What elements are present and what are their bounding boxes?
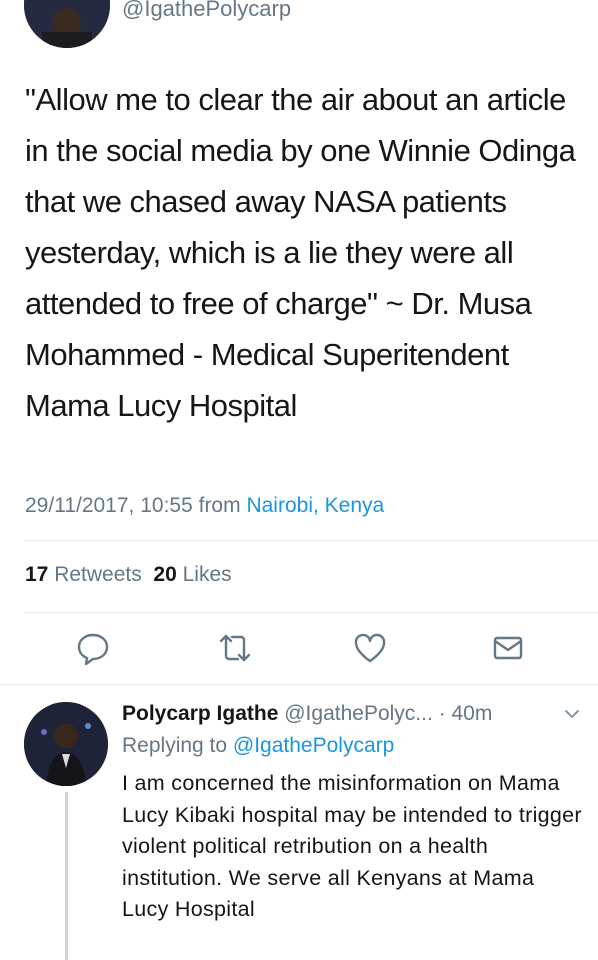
replying-to-label: Replying to bbox=[122, 734, 228, 757]
tweet-meta: 29/11/2017, 10:55 from Nairobi, Kenya bbox=[25, 494, 384, 518]
reply-author-name[interactable]: Polycarp Igathe bbox=[122, 702, 278, 725]
retweets-stat[interactable]: 17 Retweets bbox=[25, 563, 142, 586]
thread-line bbox=[65, 792, 68, 960]
reply-timestamp: · 40m bbox=[438, 702, 493, 725]
retweets-label: Retweets bbox=[54, 563, 142, 586]
tweet-text: "Allow me to clear the air about an arti… bbox=[25, 82, 576, 423]
tweet-stats: 17 Retweets 20 Likes bbox=[25, 563, 232, 587]
tweet-location-link[interactable]: Nairobi, Kenya bbox=[246, 494, 384, 517]
author-avatar[interactable] bbox=[24, 0, 110, 48]
retweets-count: 17 bbox=[25, 563, 49, 586]
heart-icon bbox=[354, 633, 386, 663]
reply-icon bbox=[77, 633, 109, 666]
from-label: from bbox=[198, 494, 241, 517]
divider bbox=[25, 612, 598, 613]
likes-stat[interactable]: 20 Likes bbox=[153, 563, 231, 586]
author-handle[interactable]: @IgathePolycarp bbox=[122, 0, 291, 22]
likes-count: 20 bbox=[153, 563, 177, 586]
replying-to: Replying to @IgathePolycarp bbox=[122, 734, 394, 758]
replying-to-link[interactable]: @IgathePolycarp bbox=[233, 734, 394, 757]
reply-author-avatar[interactable] bbox=[24, 702, 108, 786]
direct-message-button[interactable] bbox=[490, 630, 526, 666]
tweet-timestamp: 29/11/2017, 10:55 bbox=[25, 494, 193, 517]
likes-label: Likes bbox=[182, 563, 232, 586]
retweet-icon bbox=[219, 634, 251, 662]
divider bbox=[25, 540, 598, 541]
reply-header: Polycarp Igathe @IgathePolyc... · 40m bbox=[122, 702, 492, 726]
envelope-icon bbox=[493, 636, 523, 660]
retweet-button[interactable] bbox=[217, 630, 253, 666]
reply-author-handle[interactable]: @IgathePolyc... bbox=[284, 702, 433, 725]
like-button[interactable] bbox=[352, 630, 388, 666]
reply-tweet-text: I am concerned the misinformation on Mam… bbox=[122, 771, 582, 921]
divider bbox=[0, 684, 598, 685]
chevron-down-icon[interactable] bbox=[562, 704, 582, 724]
reply-button[interactable] bbox=[75, 630, 111, 666]
